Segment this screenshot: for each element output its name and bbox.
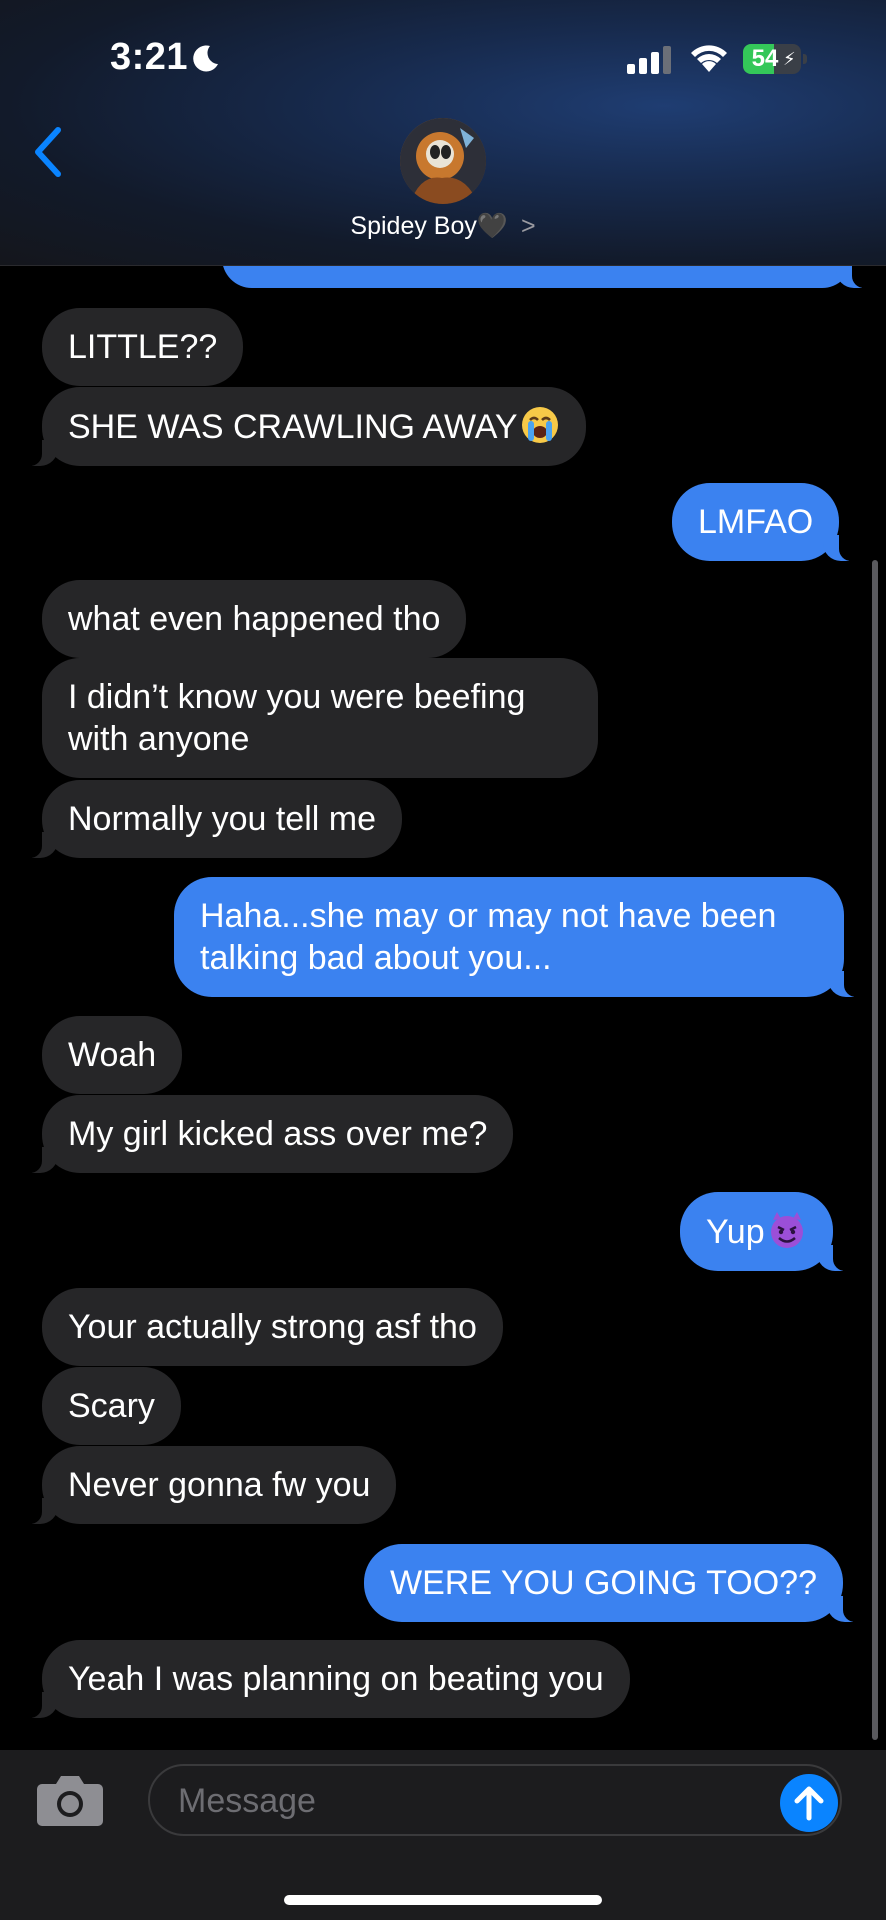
loudly-crying-face-icon: [521, 407, 558, 443]
arrow-up-icon: [794, 1786, 824, 1821]
avatar-image: [400, 118, 486, 204]
message-bubble-received[interactable]: I didn’t know you were beefing with anyo…: [42, 658, 598, 778]
message-bubble-received[interactable]: what even happened tho: [42, 580, 467, 658]
contact-name[interactable]: Spidey Boy🖤 >: [0, 212, 886, 241]
battery-percentage: 54: [751, 45, 779, 72]
message-bubble-received[interactable]: My girl kicked ass over me?: [21, 1095, 514, 1173]
message-bubble-received[interactable]: Woah: [42, 1016, 183, 1094]
message-bubble-received[interactable]: Your actually strong asf tho: [42, 1288, 503, 1366]
status-time: 3:21: [110, 36, 189, 78]
home-indicator[interactable]: [284, 1895, 602, 1905]
scrollbar[interactable]: [872, 560, 878, 1740]
message-bubble-received[interactable]: SHE WAS CRAWLING AWAY: [22, 387, 586, 466]
message-bubble-sent[interactable]: LMFAO: [672, 483, 860, 561]
wifi-icon: [691, 45, 727, 72]
message-bubble-received[interactable]: Scary: [42, 1367, 181, 1445]
message-placeholder: Message: [178, 1782, 316, 1820]
message-bubble-sent[interactable]: Yup: [680, 1192, 853, 1271]
send-button[interactable]: [780, 1774, 838, 1832]
message-composer: Message: [0, 1750, 886, 1920]
conversation-header: 3:21 54 ⚡ Spidey Boy🖤 >: [0, 0, 886, 266]
camera-icon[interactable]: [36, 1772, 104, 1828]
message-bubble-received[interactable]: Normally you tell me: [22, 780, 402, 858]
chevron-right-icon: >: [520, 212, 536, 240]
charging-bolt-icon: ⚡: [783, 49, 796, 69]
message-bubble-sent[interactable]: WERE YOU GOING TOO??: [364, 1544, 863, 1622]
smiling-devil-face-icon: [770, 1212, 803, 1248]
contact-avatar[interactable]: [400, 118, 486, 204]
moon-icon: [193, 45, 218, 72]
message-bubble-received[interactable]: LITTLE??: [42, 308, 244, 386]
message-bubble-received[interactable]: Yeah I was planning on beating you: [22, 1640, 630, 1718]
back-chevron-icon[interactable]: [30, 126, 70, 178]
message-bubble-received[interactable]: Never gonna fw you: [21, 1446, 397, 1524]
battery-indicator: 54 ⚡: [743, 44, 807, 74]
cellular-signal-icon: [627, 46, 671, 74]
message-input[interactable]: Message: [148, 1764, 842, 1836]
message-bubble-sent[interactable]: Haha...she may or may not have been talk…: [174, 877, 864, 997]
